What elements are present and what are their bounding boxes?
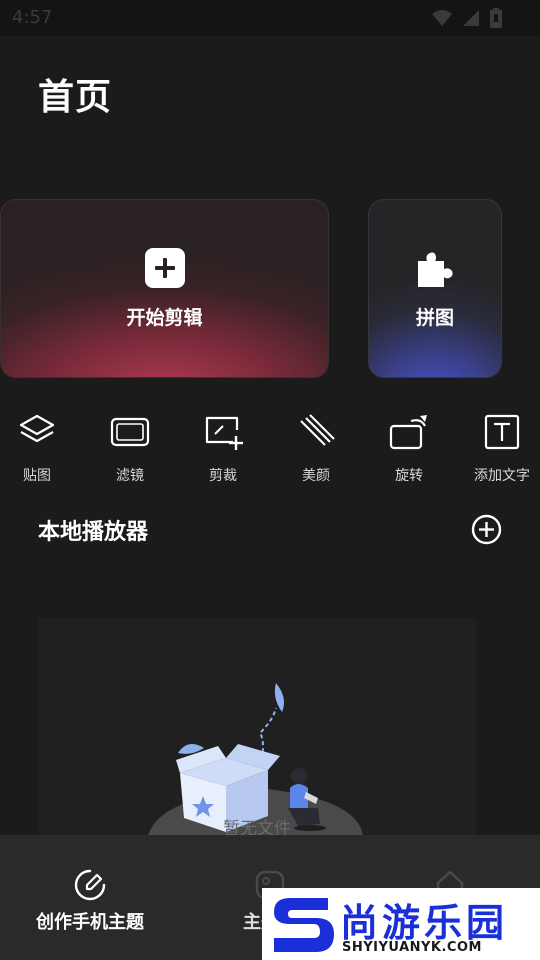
home-screen: 4:57 首页 开始剪辑 拼图 贴图 滤镜 剪裁 美颜 旋转 添加文字 本地播放… xyxy=(0,0,540,960)
battery-icon xyxy=(490,8,502,28)
crop-icon xyxy=(205,416,243,450)
start-editing-card[interactable]: 开始剪辑 xyxy=(0,199,329,378)
tools-row: 贴图 滤镜 剪裁 美颜 旋转 添加文字 xyxy=(0,412,540,492)
watermark-title: 尚游乐园 xyxy=(340,901,509,945)
nav-create-theme-label: 创作手机主题 xyxy=(36,912,144,933)
empty-box-illustration xyxy=(148,683,363,836)
filter-frame-icon xyxy=(110,417,150,447)
layers-icon xyxy=(19,414,55,443)
start-editing-label: 开始剪辑 xyxy=(126,307,203,329)
status-time: 4:57 xyxy=(12,7,53,28)
tool-sticker-label: 贴图 xyxy=(23,468,51,484)
site-watermark: 尚游乐园 SHYIYUANYK.COM xyxy=(262,888,540,960)
watermark-logo-s xyxy=(274,898,334,952)
tool-crop[interactable]: 剪裁 xyxy=(178,412,268,485)
tool-beauty[interactable]: 美颜 xyxy=(271,412,361,485)
text-icon xyxy=(484,414,520,450)
puzzle-icon xyxy=(418,252,453,287)
pencil-circle-icon xyxy=(74,869,106,901)
puzzle-card[interactable]: 拼图 xyxy=(368,199,502,378)
empty-state-panel: 暂无文件 xyxy=(38,618,476,848)
wifi-icon xyxy=(432,10,452,26)
beauty-lines-icon xyxy=(300,414,335,446)
local-player-title: 本地播放器 xyxy=(38,520,149,545)
tool-rotate-label: 旋转 xyxy=(395,468,423,484)
tool-add-text[interactable]: 添加文字 xyxy=(457,412,540,485)
plus-circle-icon[interactable] xyxy=(470,513,503,546)
tool-add-text-label: 添加文字 xyxy=(474,468,530,484)
puzzle-label: 拼图 xyxy=(415,307,454,329)
rotate-icon xyxy=(389,415,427,450)
tool-rotate[interactable]: 旋转 xyxy=(364,412,454,485)
watermark-subtitle: SHYIYUANYK.COM xyxy=(342,940,482,955)
tool-filter[interactable]: 滤镜 xyxy=(85,412,175,485)
tool-crop-label: 剪裁 xyxy=(209,468,237,484)
tool-filter-label: 滤镜 xyxy=(116,468,144,484)
plus-square-icon xyxy=(144,248,185,288)
tool-sticker[interactable]: 贴图 xyxy=(0,412,82,485)
status-bar: 4:57 xyxy=(0,0,540,36)
cell-signal-icon xyxy=(463,10,479,26)
nav-create-theme[interactable]: 创作手机主题 xyxy=(0,835,180,934)
status-icons xyxy=(432,8,502,28)
tool-beauty-label: 美颜 xyxy=(302,468,330,484)
page-title: 首页 xyxy=(38,77,113,118)
